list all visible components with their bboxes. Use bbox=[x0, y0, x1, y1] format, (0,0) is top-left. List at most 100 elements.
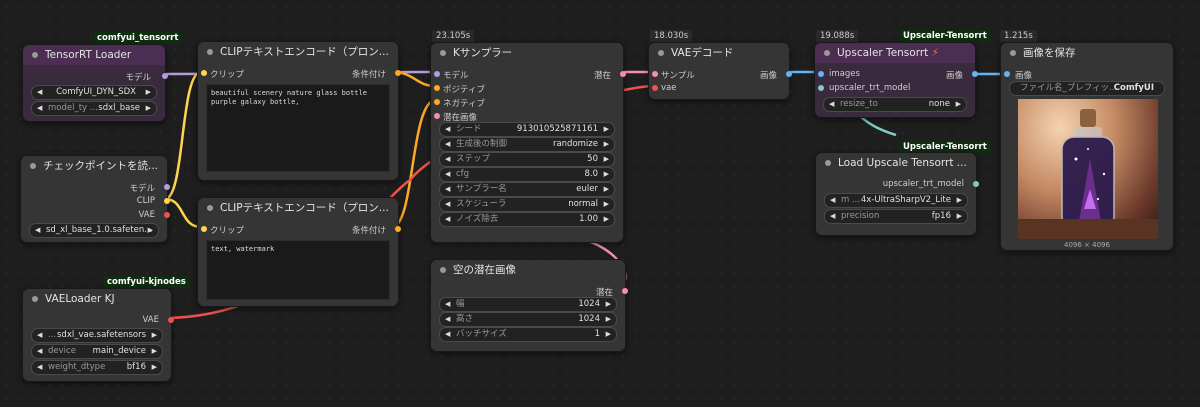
node-title[interactable]: Upscaler Tensorrt ⚡ bbox=[815, 43, 975, 63]
arrow-left-icon[interactable]: ◀ bbox=[830, 194, 835, 207]
preview-image[interactable] bbox=[1018, 99, 1158, 239]
combo-widget[interactable]: ◀ m ... 4x-UltraSharpV2_Lite ▶ bbox=[824, 193, 968, 208]
arrow-left-icon[interactable]: ◀ bbox=[445, 123, 450, 136]
output-slot[interactable] bbox=[395, 226, 401, 232]
arrow-left-icon[interactable]: ◀ bbox=[37, 329, 42, 342]
number-widget[interactable]: ◀ スケジューラ normal ▶ bbox=[439, 197, 615, 212]
input-slot[interactable] bbox=[434, 71, 440, 77]
arrow-right-icon[interactable]: ▶ bbox=[604, 213, 609, 226]
arrow-right-icon[interactable]: ▶ bbox=[604, 168, 609, 181]
number-widget[interactable]: ◀ シード 913010525871161 ▶ bbox=[439, 122, 615, 137]
input-slot[interactable] bbox=[652, 71, 658, 77]
node-upscaler-tensorrt[interactable]: Upscaler Tensorrt ⚡ images upscaler_trt_… bbox=[814, 42, 978, 118]
node-title[interactable]: VAEデコード bbox=[649, 43, 789, 63]
input-slot[interactable] bbox=[201, 70, 207, 76]
number-widget[interactable]: ◀ ノイズ除去 1.00 ▶ bbox=[439, 212, 615, 227]
output-slot[interactable] bbox=[972, 71, 978, 77]
node-empty-latent-image[interactable]: 空の潜在画像 潜在 ◀ 幅 1024 ▶ ◀ 高さ 1024 ▶ ◀ バッチサイズ 1 ▶ bbox=[430, 259, 628, 352]
prompt-textarea[interactable]: beautiful scenery nature glass bottle pu… bbox=[206, 84, 390, 172]
node-title[interactable]: チェックポイントを読... bbox=[21, 156, 167, 176]
node-clip-text-encode-negative[interactable]: CLIPテキストエンコード（プロン... クリップ 条件付け text, wat… bbox=[197, 197, 401, 307]
arrow-left-icon[interactable]: ◀ bbox=[445, 183, 450, 196]
number-widget[interactable]: ◀ バッチサイズ 1 ▶ bbox=[439, 327, 617, 342]
input-slot[interactable] bbox=[434, 85, 440, 91]
arrow-right-icon[interactable]: ▶ bbox=[146, 102, 151, 115]
node-vae-decode[interactable]: VAEデコード サンプル vae 画像 bbox=[648, 42, 792, 100]
arrow-right-icon[interactable]: ▶ bbox=[606, 298, 611, 311]
arrow-right-icon[interactable]: ▶ bbox=[957, 194, 962, 207]
output-slot[interactable] bbox=[168, 317, 174, 323]
input-slot[interactable] bbox=[434, 113, 440, 119]
number-widget[interactable]: ◀ 幅 1024 ▶ bbox=[439, 297, 617, 312]
node-ksampler[interactable]: Kサンプラー モデル ポジティブ ネガティブ 潜在画像 潜在 ◀ シード 91301… bbox=[430, 42, 626, 243]
arrow-right-icon[interactable]: ▶ bbox=[604, 153, 609, 166]
arrow-right-icon[interactable]: ▶ bbox=[606, 313, 611, 326]
output-slot[interactable] bbox=[973, 181, 979, 187]
arrow-right-icon[interactable]: ▶ bbox=[152, 361, 157, 374]
number-widget[interactable]: ◀ サンプラー名 euler ▶ bbox=[439, 182, 615, 197]
combo-widget[interactable]: ◀ precision fp16 ▶ bbox=[824, 209, 968, 224]
output-slot[interactable] bbox=[164, 198, 170, 204]
number-widget[interactable]: ◀ 高さ 1024 ▶ bbox=[439, 312, 617, 327]
arrow-right-icon[interactable]: ▶ bbox=[604, 138, 609, 151]
node-clip-text-encode-positive[interactable]: CLIPテキストエンコード（プロン... クリップ 条件付け beautiful… bbox=[197, 41, 401, 181]
arrow-left-icon[interactable]: ◀ bbox=[445, 313, 450, 326]
arrow-right-icon[interactable]: ▶ bbox=[606, 328, 611, 341]
number-widget[interactable]: ◀ cfg 8.0 ▶ bbox=[439, 167, 615, 182]
node-save-image[interactable]: 画像を保存 画像 ファイル名_プレフィッ... ComfyUI 4096 × 4… bbox=[1000, 42, 1174, 251]
combo-widget[interactable]: ◀ device main_device ▶ bbox=[31, 344, 163, 359]
arrow-left-icon[interactable]: ◀ bbox=[37, 86, 42, 99]
arrow-left-icon[interactable]: ◀ bbox=[445, 328, 450, 341]
node-load-upscale-tensorrt[interactable]: Load Upscale Tensorrt ... upscaler_trt_m… bbox=[815, 152, 979, 236]
combo-widget[interactable]: ◀ model_ty ... sdxl_base ▶ bbox=[31, 101, 157, 116]
node-title[interactable]: 画像を保存 bbox=[1001, 43, 1173, 63]
input-slot[interactable] bbox=[1004, 71, 1010, 77]
arrow-right-icon[interactable]: ▶ bbox=[146, 86, 151, 99]
node-title[interactable]: VAELoader KJ bbox=[23, 289, 171, 309]
input-slot[interactable] bbox=[434, 99, 440, 105]
input-slot[interactable] bbox=[818, 85, 824, 91]
node-tensorrt-loader[interactable]: TensorRT Loader モデル ◀ ComfyUI_DYN_SDX ▶ … bbox=[22, 44, 168, 122]
output-slot[interactable] bbox=[164, 212, 170, 218]
arrow-left-icon[interactable]: ◀ bbox=[445, 168, 450, 181]
output-slot[interactable] bbox=[622, 288, 628, 294]
arrow-left-icon[interactable]: ◀ bbox=[445, 198, 450, 211]
arrow-right-icon[interactable]: ▶ bbox=[604, 183, 609, 196]
node-vaeloader-kj[interactable]: VAELoader KJ VAE ◀ ... sdxl_vae.safetens… bbox=[22, 288, 174, 382]
combo-widget[interactable]: ◀ resize_to none ▶ bbox=[823, 97, 967, 112]
arrow-left-icon[interactable]: ◀ bbox=[445, 213, 450, 226]
combo-widget[interactable]: ◀ sd_xl_base_1.0.safeten... ▶ bbox=[29, 223, 159, 238]
arrow-right-icon[interactable]: ▶ bbox=[152, 329, 157, 342]
arrow-left-icon[interactable]: ◀ bbox=[37, 345, 42, 358]
arrow-left-icon[interactable]: ◀ bbox=[37, 361, 42, 374]
text-widget[interactable]: ファイル名_プレフィッ... ComfyUI bbox=[1009, 81, 1165, 96]
arrow-left-icon[interactable]: ◀ bbox=[830, 210, 835, 223]
combo-widget[interactable]: ◀ ... sdxl_vae.safetensors ▶ bbox=[31, 328, 163, 343]
output-slot[interactable] bbox=[162, 73, 168, 79]
output-slot[interactable] bbox=[395, 70, 401, 76]
node-checkpoint-loader[interactable]: チェックポイントを読... モデル CLIP VAE ◀ sd_xl_base_… bbox=[20, 155, 170, 243]
arrow-left-icon[interactable]: ◀ bbox=[445, 138, 450, 151]
output-slot[interactable] bbox=[620, 71, 626, 77]
node-title[interactable]: TensorRT Loader bbox=[23, 45, 165, 65]
node-title[interactable]: CLIPテキストエンコード（プロン... bbox=[198, 42, 398, 62]
output-slot[interactable] bbox=[786, 71, 792, 77]
arrow-left-icon[interactable]: ◀ bbox=[35, 224, 40, 237]
output-slot[interactable] bbox=[164, 184, 170, 190]
arrow-left-icon[interactable]: ◀ bbox=[445, 153, 450, 166]
node-title[interactable]: Kサンプラー bbox=[431, 43, 623, 63]
input-slot[interactable] bbox=[652, 85, 658, 91]
input-slot[interactable] bbox=[818, 71, 824, 77]
node-title[interactable]: CLIPテキストエンコード（プロン... bbox=[198, 198, 398, 218]
arrow-left-icon[interactable]: ◀ bbox=[829, 98, 834, 111]
input-slot[interactable] bbox=[201, 226, 207, 232]
arrow-right-icon[interactable]: ▶ bbox=[956, 98, 961, 111]
node-title[interactable]: Load Upscale Tensorrt ... bbox=[816, 153, 976, 173]
arrow-right-icon[interactable]: ▶ bbox=[604, 123, 609, 136]
arrow-right-icon[interactable]: ▶ bbox=[957, 210, 962, 223]
arrow-left-icon[interactable]: ◀ bbox=[445, 298, 450, 311]
number-widget[interactable]: ◀ ステップ 50 ▶ bbox=[439, 152, 615, 167]
arrow-left-icon[interactable]: ◀ bbox=[37, 102, 42, 115]
arrow-right-icon[interactable]: ▶ bbox=[148, 224, 153, 237]
node-title[interactable]: 空の潜在画像 bbox=[431, 260, 625, 280]
